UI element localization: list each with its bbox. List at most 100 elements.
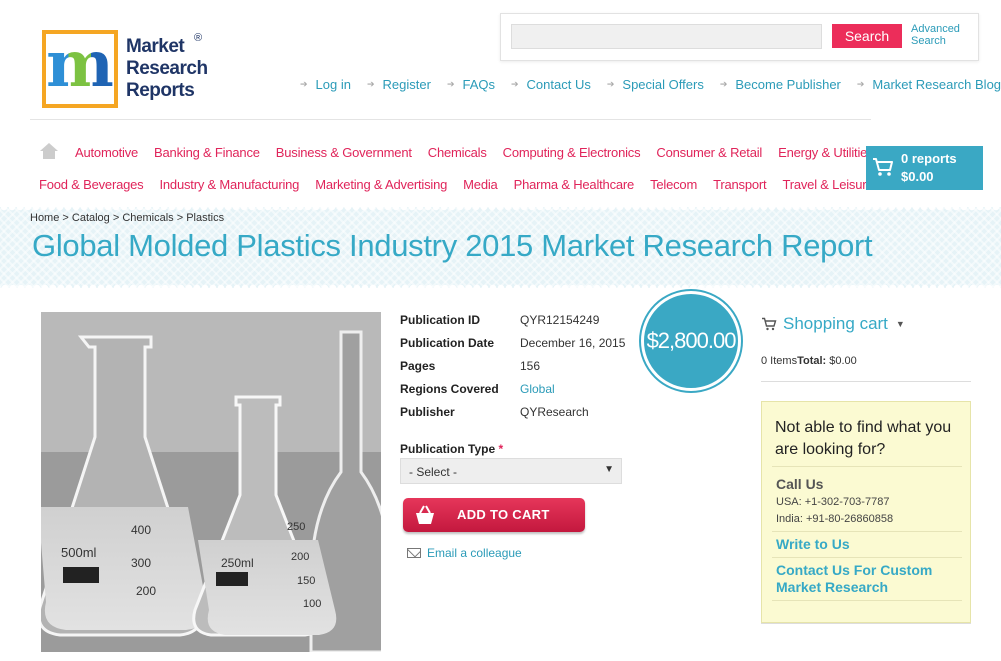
sidebar-divider-bottom — [761, 623, 971, 624]
contact-us-label: Contact Us — [526, 77, 591, 92]
custom-research-link[interactable]: Contact Us For Custom Market Research — [776, 562, 956, 596]
faqs-label: FAQs — [462, 77, 495, 92]
home-icon[interactable] — [40, 143, 58, 159]
dropdown-caret-icon: ▼ — [604, 464, 614, 475]
basket-icon — [416, 505, 434, 524]
blog-link[interactable]: ➔ Market Research Blog — [857, 77, 1001, 92]
logo-line-3: Reports — [126, 80, 195, 101]
cart-total-value: $0.00 — [829, 355, 857, 367]
help-divider — [772, 531, 962, 532]
search-panel: Search Advanced Search — [500, 13, 979, 61]
become-publisher-link[interactable]: ➔ Become Publisher — [720, 77, 841, 92]
trolley-icon — [762, 317, 777, 331]
category-computing-electronics[interactable]: Computing & Electronics — [503, 145, 641, 160]
regions-label: Regions Covered — [400, 382, 499, 396]
header-cart-button[interactable]: 0 reports $0.00 — [866, 146, 983, 190]
logo-mark: m — [42, 30, 118, 108]
registered-mark: ® — [194, 32, 203, 44]
detail-regions: Regions Covered Global — [400, 382, 555, 396]
sidebar-divider — [761, 381, 971, 382]
flask-mark-300: 300 — [131, 556, 151, 570]
flask-mark-250: 250 — [287, 521, 305, 533]
category-marketing-advertising[interactable]: Marketing & Advertising — [315, 177, 447, 192]
register-label: Register — [382, 77, 431, 92]
category-telecom[interactable]: Telecom — [650, 177, 697, 192]
blog-label: Market Research Blog — [872, 77, 1001, 92]
category-industry-manufacturing[interactable]: Industry & Manufacturing — [159, 177, 299, 192]
help-divider — [772, 600, 962, 601]
category-chemicals[interactable]: Chemicals — [428, 145, 487, 160]
top-nav: ➔ Log in ➔ Register ➔ FAQs ➔ Contact Us ➔ Spe… — [300, 77, 1001, 92]
write-to-us-link[interactable]: Write to Us — [776, 536, 850, 553]
arrow-icon: ➔ — [856, 79, 865, 89]
header-cart-reports: 0 reports — [901, 151, 957, 166]
category-food-beverages[interactable]: Food & Beverages — [39, 177, 144, 192]
publication-date-label: Publication Date — [400, 336, 495, 350]
email-colleague-link[interactable]: Email a colleague — [407, 546, 522, 560]
category-travel-leisure[interactable]: Travel & Leisure — [782, 177, 873, 192]
site-logo[interactable]: m Market Research Reports ® — [42, 30, 222, 110]
special-offers-link[interactable]: ➔ Special Offers — [607, 77, 704, 92]
category-pharma-healthcare[interactable]: Pharma & Healthcare — [514, 177, 635, 192]
publication-date-value: December 16, 2015 — [520, 336, 626, 350]
price-badge: $2,800.00 — [641, 291, 741, 391]
add-to-cart-label: ADD TO CART — [457, 507, 550, 522]
detail-publication-date: Publication Date December 16, 2015 — [400, 336, 625, 350]
publication-id-value: QYR12154249 — [520, 313, 600, 327]
login-label: Log in — [315, 77, 351, 92]
regions-link[interactable]: Global — [520, 382, 555, 396]
detail-publication-id: Publication ID QYR12154249 — [400, 313, 599, 327]
publisher-label: Publisher — [400, 405, 455, 419]
header-cart-summary: 0 reports $0.00 — [901, 150, 957, 186]
category-business-government[interactable]: Business & Government — [276, 145, 412, 160]
detail-pages: Pages 156 — [400, 359, 540, 373]
breadcrumb[interactable]: Home > Catalog > Chemicals > Plastics — [30, 212, 224, 224]
category-energy-utilities[interactable]: Energy & Utilities — [778, 145, 874, 160]
band-bottom-edge — [0, 284, 1001, 288]
category-transport[interactable]: Transport — [713, 177, 767, 192]
header-cart-total: $0.00 — [901, 169, 934, 184]
arrow-icon: ➔ — [366, 79, 375, 89]
flask-mark-100: 100 — [303, 598, 321, 610]
flask-label-250ml: 250ml — [221, 556, 254, 570]
lab-flasks-illustration: 500ml 400 300 200 250ml 250 200 150 100 — [41, 312, 381, 652]
category-nav-row-1: Automotive Banking & Finance Business & … — [75, 145, 890, 160]
call-us-title: Call Us — [776, 476, 824, 492]
email-colleague-label: Email a colleague — [427, 546, 522, 560]
cart-icon — [873, 158, 893, 176]
special-offers-label: Special Offers — [622, 77, 704, 92]
product-image: 500ml 400 300 200 250ml 250 200 150 100 — [41, 312, 381, 652]
arrow-icon: ➔ — [719, 79, 728, 89]
flask-mark-200b: 200 — [291, 551, 309, 563]
logo-text: Market Research Reports — [126, 36, 208, 102]
publisher-value: QYResearch — [520, 405, 589, 419]
phone-india: India: +91-80-26860858 — [776, 513, 894, 525]
pages-label: Pages — [400, 359, 436, 373]
faqs-link[interactable]: ➔ FAQs — [447, 77, 495, 92]
shopping-cart-header[interactable]: Shopping cart ▼ — [761, 314, 905, 334]
help-box: Not able to find what you are looking fo… — [761, 401, 971, 623]
required-marker: * — [498, 442, 504, 456]
cart-total-label: Total: — [797, 355, 827, 367]
register-link[interactable]: ➔ Register — [367, 77, 431, 92]
flask-label-500ml: 500ml — [61, 545, 97, 560]
advanced-search-link[interactable]: Advanced Search — [911, 23, 971, 47]
page-title: Global Molded Plastics Industry 2015 Mar… — [32, 228, 873, 263]
flask-mark-150: 150 — [297, 575, 315, 587]
publication-type-select[interactable]: - Select - ▼ — [400, 458, 622, 484]
search-input[interactable] — [511, 24, 822, 49]
header-divider — [30, 119, 871, 120]
category-media[interactable]: Media — [463, 177, 498, 192]
publication-type-label: Publication Type * — [400, 442, 503, 456]
arrow-icon: ➔ — [511, 79, 519, 89]
search-button[interactable]: Search — [832, 24, 902, 48]
phone-usa: USA: +1-302-703-7787 — [776, 496, 890, 508]
contact-us-link[interactable]: ➔ Contact Us — [511, 77, 591, 92]
add-to-cart-button[interactable]: ADD TO CART — [403, 498, 585, 532]
become-publisher-label: Become Publisher — [735, 77, 841, 92]
category-automotive[interactable]: Automotive — [75, 145, 138, 160]
category-banking-finance[interactable]: Banking & Finance — [154, 145, 260, 160]
chevron-down-icon: ▼ — [895, 319, 905, 329]
category-consumer-retail[interactable]: Consumer & Retail — [656, 145, 762, 160]
login-link[interactable]: ➔ Log in — [300, 77, 351, 92]
